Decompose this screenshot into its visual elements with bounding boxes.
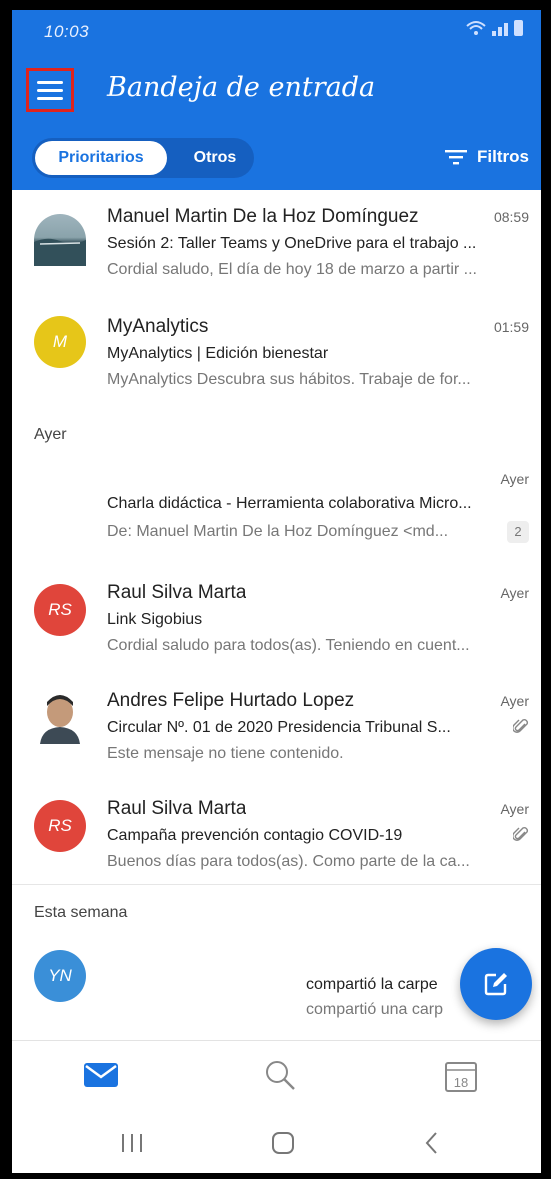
page-title: Bandeja de entrada [107,72,376,103]
sender-name: Andres Felipe Hurtado Lopez [107,690,355,711]
email-subject: Link Sigobius [107,611,203,628]
home-button[interactable] [270,1130,296,1161]
list-item[interactable]: Andres Felipe Hurtado Lopez Ayer Circula… [12,674,541,782]
avatar [34,214,86,266]
sender-name: Manuel Martin De la Hoz Domínguez [107,206,419,227]
section-header-yesterday: Ayer [34,426,67,443]
phone-screen: 10:03 Bandeja de entrada Prioritarios Ot… [12,10,541,1173]
home-icon [272,1132,294,1154]
tab-calendar[interactable]: 18 [444,1059,478,1098]
divider [12,884,541,885]
email-subject: Campaña prevención contagio COVID-19 [107,827,403,844]
list-item[interactable]: Ayer Charla didáctica - Herramienta cola… [12,458,541,562]
compose-button[interactable] [460,948,532,1020]
inbox-segment-control: Prioritarios Otros [32,138,254,178]
app-header: 10:03 Bandeja de entrada Prioritarios Ot… [12,10,541,190]
wifi-icon [466,21,486,35]
email-preview: compartió una carp [306,1001,443,1018]
status-time: 10:03 [44,22,90,41]
back-icon [425,1132,437,1154]
recent-apps-icon [122,1134,142,1152]
tab-mail[interactable] [84,1063,118,1092]
status-icons [466,20,523,36]
email-subject: Circular Nº. 01 de 2020 Presidencia Trib… [107,719,451,736]
mail-icon [84,1063,118,1087]
filter-icon [445,150,468,165]
battery-icon [514,20,523,36]
thread-count-badge: 2 [507,521,529,543]
svg-text:18: 18 [454,1075,468,1090]
sender-name: MyAnalytics [107,316,209,337]
avatar [34,692,86,744]
email-subject: Charla didáctica - Herramienta colaborat… [107,495,472,512]
received-time: Ayer [500,693,529,709]
email-preview: Este mensaje no tiene contenido. [107,745,344,762]
email-preview: Cordial saludo, El día de hoy 18 de marz… [107,261,477,278]
tab-search[interactable] [264,1059,296,1096]
email-preview: De: Manuel Martin De la Hoz Domínguez <m… [107,523,449,540]
paperclip-icon [512,826,529,849]
hamburger-icon [37,80,63,84]
received-time: Ayer [500,585,529,601]
search-icon [266,1061,295,1090]
received-time: 01:59 [493,319,529,335]
filters-button[interactable]: Filtros [445,147,529,167]
sender-name: Raul Silva Marta [107,582,247,603]
recent-apps-button[interactable] [120,1132,144,1159]
email-subject: Sesión 2: Taller Teams y OneDrive para e… [107,235,477,252]
avatar: RS [34,800,86,852]
avatar: RS [34,584,86,636]
signal-icon [492,20,508,36]
email-subject: MyAnalytics | Edición bienestar [107,345,329,362]
list-item[interactable]: Manuel Martin De la Hoz Domínguez 08:59 … [12,190,541,298]
list-item[interactable]: RS Raul Silva Marta Ayer Campaña prevenc… [12,782,541,890]
bottom-tab-bar: 18 [12,1040,541,1112]
calendar-icon: 18 [445,1062,477,1092]
person-photo-icon [40,695,80,744]
list-item[interactable]: M MyAnalytics 01:59 MyAnalytics | Edició… [12,298,541,406]
section-header-this-week: Esta semana [34,904,128,921]
tab-prioritarios[interactable]: Prioritarios [35,141,167,175]
filters-label: Filtros [477,147,529,166]
avatar: M [34,316,86,368]
received-time: 08:59 [493,209,529,225]
menu-button[interactable] [26,68,74,112]
avatar: YN [34,950,86,1002]
landscape-photo-icon [34,238,86,266]
compose-icon [484,973,507,996]
back-button[interactable] [422,1130,442,1161]
tab-otros[interactable]: Otros [180,138,250,178]
received-time: Ayer [500,471,529,487]
email-subject: compartió la carpe [306,976,438,993]
email-preview: Buenos días para todos(as). Como parte d… [107,853,470,870]
email-preview: MyAnalytics Descubra sus hábitos. Trabaj… [107,371,471,388]
email-preview: Cordial saludo para todos(as). Teniendo … [107,637,470,654]
sender-name: Raul Silva Marta [107,798,247,819]
list-item[interactable]: RS Raul Silva Marta Ayer Link Sigobius C… [12,566,541,674]
system-nav-bar [12,1112,541,1173]
received-time: Ayer [500,801,529,817]
paperclip-icon [512,718,529,741]
